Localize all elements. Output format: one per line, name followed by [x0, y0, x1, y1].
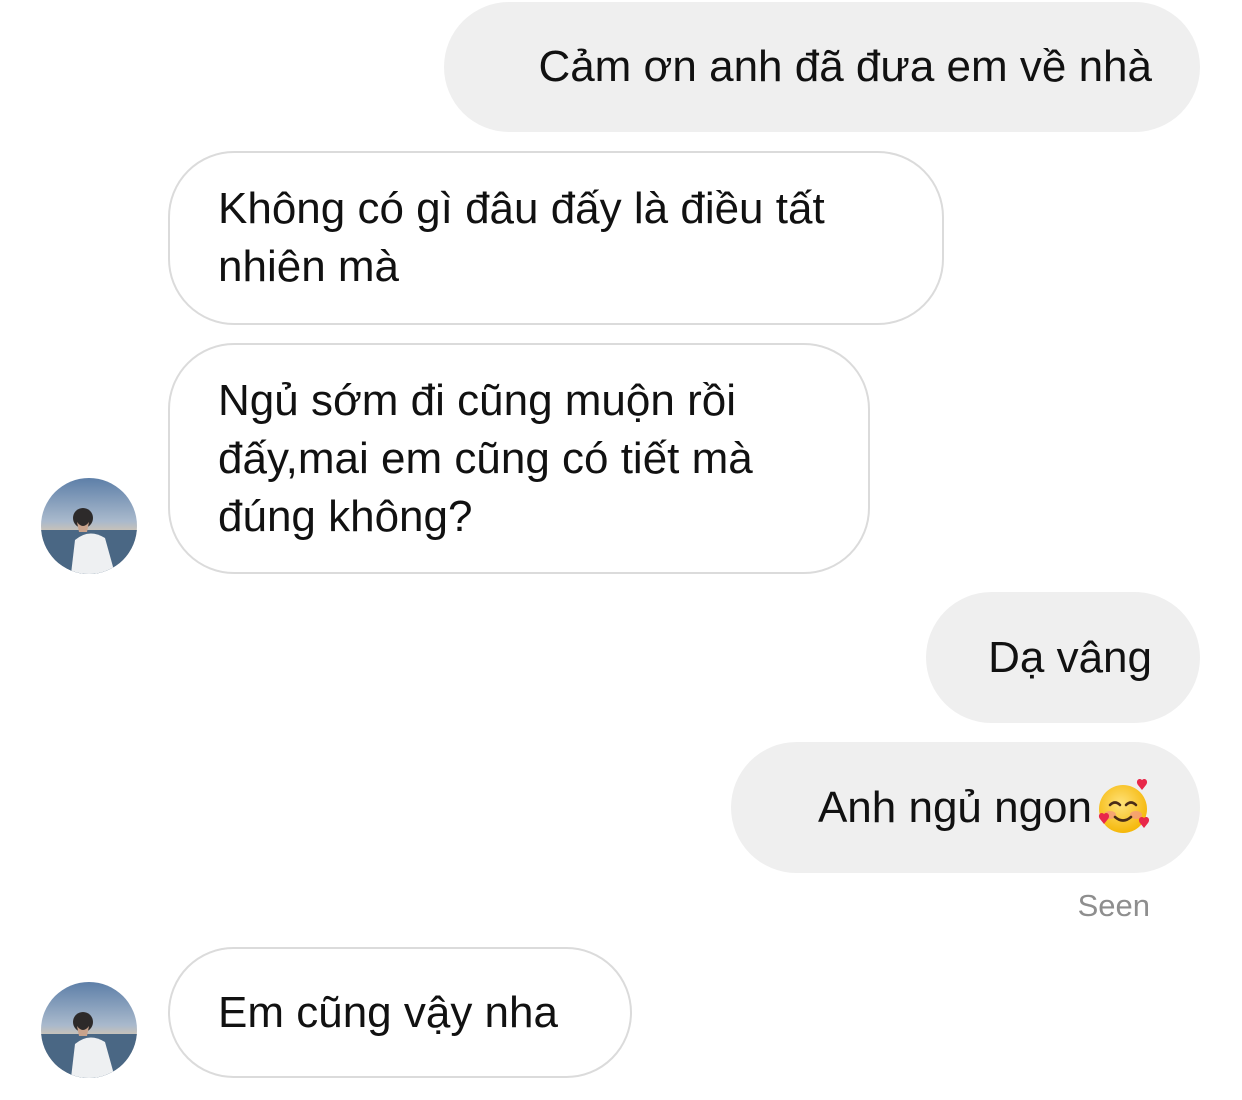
message-text: Em cũng vậy nha: [218, 987, 558, 1037]
message-text: Anh ngủ ngon: [817, 782, 1092, 832]
message-text: Ngủ sớm đi cũng muộn rồi đấy,mai em cũng…: [218, 375, 753, 541]
message-text: Dạ vâng: [988, 632, 1152, 682]
message-bubble-sent[interactable]: Anh ngủ ngon: [731, 742, 1200, 873]
message-text: Cảm ơn anh đã đưa em về nhà: [538, 42, 1152, 91]
message-bubble-sent[interactable]: Dạ vâng: [926, 592, 1200, 723]
message-text: Không có gì đâu đấy là điều tất nhiên mà: [218, 184, 825, 291]
user-avatar-photo-icon: [41, 982, 137, 1078]
message-bubble-sent[interactable]: Cảm ơn anh đã đưa em về nhà: [444, 2, 1200, 132]
message-bubble-received[interactable]: Không có gì đâu đấy là điều tất nhiên mà: [168, 151, 944, 325]
message-bubble-received[interactable]: Ngủ sớm đi cũng muộn rồi đấy,mai em cũng…: [168, 343, 870, 574]
smiling-face-with-hearts-icon: [1098, 778, 1150, 833]
message-bubble-received[interactable]: Em cũng vậy nha: [168, 947, 632, 1078]
user-avatar-photo-icon: [41, 478, 137, 574]
seen-status: Seen: [1077, 888, 1150, 923]
avatar[interactable]: [41, 478, 137, 574]
avatar[interactable]: [41, 982, 137, 1078]
